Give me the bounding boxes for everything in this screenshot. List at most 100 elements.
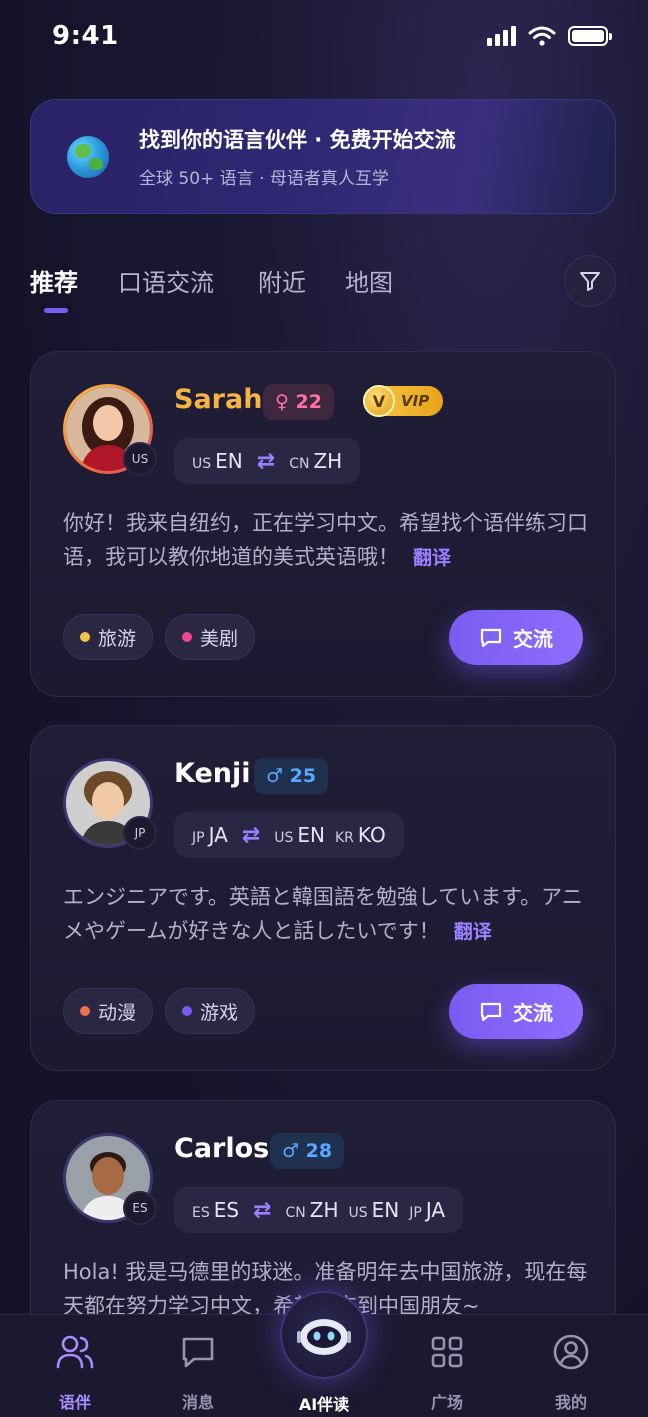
- lang-country: US: [192, 456, 212, 472]
- tab-map[interactable]: 地图: [345, 263, 393, 298]
- interest-tag[interactable]: 旅游: [63, 614, 154, 660]
- gender-age-badge: ♀ 22: [263, 384, 334, 420]
- lang-code: EN: [371, 1198, 400, 1222]
- interest-tags: 旅游 美剧: [63, 614, 256, 660]
- lang-country: CN: [289, 456, 310, 472]
- status-icons: [487, 26, 612, 46]
- lang-country: JP: [409, 1205, 422, 1221]
- bottom-nav: 语伴 消息 AI伴读 广场 我的: [0, 1291, 648, 1417]
- nav-partners[interactable]: 语伴: [35, 1333, 115, 1413]
- gender-age-badge: ♂ 25: [254, 758, 329, 794]
- country-flag: JP: [123, 816, 157, 850]
- nav-profile[interactable]: 我的: [531, 1333, 611, 1413]
- interest-tag[interactable]: 美剧: [165, 614, 256, 660]
- lang-code: ZH: [309, 1198, 339, 1222]
- banner-text: 找到你的语言伙伴 · 免费开始交流 全球 50+ 语言 · 母语者真人互学: [139, 124, 456, 189]
- exchange-icon: ⇄: [253, 1197, 272, 1223]
- vip-crown-icon: V: [363, 385, 395, 417]
- partner-name: Sarah: [174, 384, 263, 415]
- avatar-container: US: [63, 384, 157, 476]
- exchange-icon: ⇄: [241, 822, 261, 848]
- partner-bio: エンジニアです。英語と韓国語を勉強しています。アニメやゲームが好きな人と話したい…: [63, 880, 593, 949]
- wifi-icon: [528, 26, 556, 46]
- filter-icon: [580, 272, 600, 291]
- battery-icon: [568, 26, 612, 46]
- lang-code: ZH: [313, 449, 343, 473]
- nav-square[interactable]: 广场: [407, 1333, 487, 1413]
- message-icon: [182, 1337, 214, 1368]
- tab-nearby[interactable]: 附近: [258, 263, 306, 298]
- nav-messages[interactable]: 消息: [158, 1333, 238, 1413]
- lang-country: ES: [192, 1205, 210, 1221]
- language-pair: US EN ⇄ CN ZH: [174, 438, 361, 484]
- tab-recommend[interactable]: 推荐: [30, 263, 78, 298]
- country-flag: US: [123, 442, 157, 476]
- partner-bio: 你好！我来自纽约，正在学习中文。希望找个语伴练习口语，我可以教你地道的美式英语哦…: [63, 506, 593, 575]
- lang-country: CN: [285, 1205, 306, 1221]
- tag-dot: [182, 632, 193, 642]
- tag-label: 旅游: [98, 627, 137, 650]
- status-time: 9:41: [52, 21, 119, 51]
- partner-name: Carlos: [174, 1133, 270, 1164]
- signal-icon: [487, 26, 516, 46]
- tag-label: 美剧: [200, 627, 239, 650]
- lang-code: JA: [425, 1198, 446, 1222]
- vip-label: VIP: [401, 392, 430, 410]
- chat-bubble-icon: [480, 1002, 502, 1021]
- grid-icon: [431, 1336, 463, 1368]
- chat-button-label: 交流: [513, 627, 553, 651]
- nav-label: 广场: [430, 1393, 463, 1412]
- avatar-container: ES: [63, 1133, 157, 1225]
- partner-card[interactable]: JP Kenji ♂ 25 JP JA ⇄ US EN KR KO エンジニアです。英…: [30, 725, 616, 1071]
- tab-bar: 推荐 口语交流 附近 地图: [30, 255, 616, 315]
- lang-code: KO: [357, 823, 386, 847]
- lang-code: JA: [208, 823, 228, 847]
- tag-dot: [80, 1006, 90, 1016]
- lang-code: EN: [297, 823, 325, 847]
- gender-age-badge: ♂ 28: [270, 1133, 345, 1169]
- interest-tag[interactable]: 动漫: [63, 988, 154, 1034]
- nav-ai-label: AI伴读: [298, 1395, 350, 1414]
- promo-banner[interactable]: 找到你的语言伙伴 · 免费开始交流 全球 50+ 语言 · 母语者真人互学: [30, 99, 616, 214]
- chat-button[interactable]: 交流: [449, 984, 583, 1039]
- nav-label: 语伴: [58, 1393, 91, 1412]
- language-pair: ES ES ⇄ CN ZH US EN JP JA: [174, 1187, 464, 1233]
- chat-bubble-icon: [480, 628, 502, 647]
- tag-dot: [80, 632, 90, 642]
- partner-name: Kenji: [174, 758, 251, 789]
- lang-code: EN: [215, 449, 243, 473]
- partner-card[interactable]: US Sarah ♀ 22 V VIP US EN ⇄ CN ZH 你好！我来自纽约…: [30, 351, 616, 697]
- banner-title: 找到你的语言伙伴 · 免费开始交流: [139, 128, 456, 152]
- lang-country: US: [348, 1205, 368, 1221]
- lang-country: US: [274, 830, 294, 846]
- nav-label: 消息: [181, 1393, 214, 1412]
- interest-tags: 动漫 游戏: [63, 988, 256, 1034]
- tag-label: 动漫: [98, 1001, 137, 1024]
- nav-label: 我的: [554, 1393, 587, 1412]
- lang-country: KR: [335, 830, 354, 846]
- chat-button[interactable]: 交流: [449, 610, 583, 665]
- filter-button[interactable]: [564, 255, 616, 307]
- globe-icon: [67, 135, 109, 178]
- tab-speaking[interactable]: 口语交流: [118, 263, 214, 298]
- status-bar: 9:41: [0, 0, 648, 72]
- users-icon: [56, 1335, 94, 1369]
- lang-country: JP: [192, 830, 205, 846]
- exchange-icon: ⇄: [256, 448, 276, 474]
- robot-icon: [297, 1319, 351, 1355]
- translate-link[interactable]: 翻译: [454, 921, 492, 943]
- tag-label: 游戏: [200, 1001, 239, 1024]
- tab-indicator: [44, 308, 68, 313]
- interest-tag[interactable]: 游戏: [165, 988, 256, 1034]
- bio-text: 你好！我来自纽约，正在学习中文。希望找个语伴练习口语，我可以教你地道的美式英语哦…: [63, 511, 588, 569]
- avatar-container: JP: [63, 758, 157, 850]
- country-flag: ES: [123, 1191, 157, 1225]
- nav-ai-companion[interactable]: [280, 1291, 368, 1379]
- banner-subtitle: 全球 50+ 语言 · 母语者真人互学: [139, 169, 389, 189]
- tag-dot: [182, 1006, 193, 1016]
- bio-text: エンジニアです。英語と韓国語を勉強しています。アニメやゲームが好きな人と話したい…: [63, 885, 583, 943]
- lang-code: ES: [213, 1198, 240, 1222]
- chat-button-label: 交流: [513, 1001, 553, 1025]
- app-screen: 9:41 找到你的语言伙伴 · 免费开始交流 全球 50+ 语言 · 母语者真人…: [0, 0, 648, 1417]
- translate-link[interactable]: 翻译: [413, 547, 451, 569]
